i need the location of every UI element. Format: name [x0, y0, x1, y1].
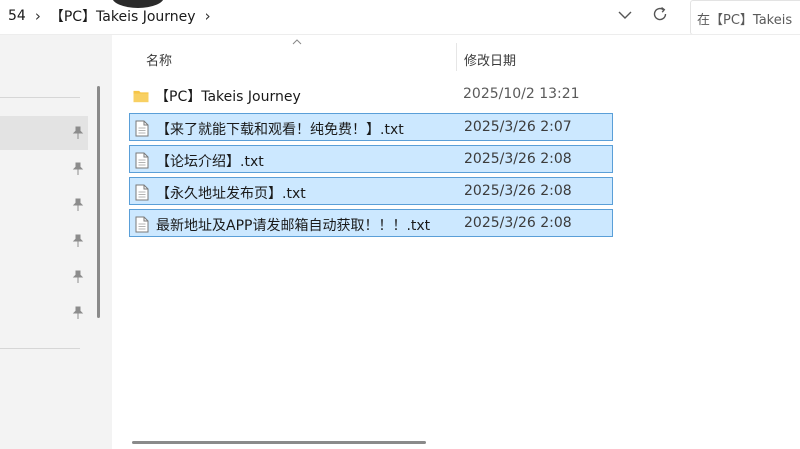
file-date: 2025/3/26 2:07 — [464, 119, 572, 135]
refresh-icon[interactable] — [651, 5, 669, 23]
breadcrumb-chevron[interactable]: › — [205, 7, 211, 25]
address-bar: 54 › 【PC】Takeis Journey › 在【PC】Takeis — [0, 0, 800, 35]
pin-icon[interactable] — [72, 306, 84, 320]
pane-splitter[interactable] — [92, 35, 112, 449]
breadcrumb-item-current[interactable]: 【PC】Takeis Journey — [50, 6, 196, 26]
text-file-icon — [135, 152, 149, 169]
pin-icon[interactable] — [72, 270, 84, 284]
column-divider[interactable] — [456, 43, 457, 71]
navigation-pane — [0, 35, 92, 449]
breadcrumb: 54 › 【PC】Takeis Journey › — [8, 6, 220, 26]
nav-item-quick-access[interactable] — [0, 116, 88, 150]
file-name: 最新地址及APP请发邮箱自动获取！！！.txt — [156, 218, 431, 234]
column-header-name[interactable]: 名称 — [146, 50, 172, 69]
details-area — [615, 35, 800, 449]
file-date: 2025/10/2 13:21 — [463, 86, 580, 102]
file-row[interactable]: 【PC】Takeis Journey 2025/10/2 13:21 — [129, 81, 613, 109]
search-input[interactable]: 在【PC】Takeis — [690, 0, 800, 35]
nav-divider — [0, 348, 80, 349]
text-file-icon — [135, 184, 149, 201]
nav-item-quick-access[interactable] — [0, 188, 88, 222]
pin-icon[interactable] — [72, 198, 84, 212]
pin-icon[interactable] — [72, 234, 84, 248]
nav-item-quick-access[interactable] — [0, 260, 88, 294]
breadcrumb-separator: › — [34, 7, 41, 25]
file-date: 2025/3/26 2:08 — [464, 183, 572, 199]
chevron-down-icon[interactable] — [616, 6, 634, 24]
file-name: 【PC】Takeis Journey — [155, 89, 301, 105]
file-row[interactable]: 【论坛介绍】.txt 2025/3/26 2:08 — [129, 145, 613, 173]
nav-divider — [0, 97, 80, 98]
folder-icon — [133, 90, 149, 103]
search-placeholder: 在【PC】Takeis — [697, 13, 793, 28]
nav-item-quick-access[interactable] — [0, 152, 88, 186]
column-header-date-modified[interactable]: 修改日期 — [464, 50, 516, 69]
nav-scrollbar[interactable] — [97, 86, 100, 318]
text-file-icon — [135, 120, 149, 137]
file-date: 2025/3/26 2:08 — [464, 215, 572, 231]
file-row[interactable]: 最新地址及APP请发邮箱自动获取！！！.txt 2025/3/26 2:08 — [129, 209, 613, 237]
text-file-icon — [135, 216, 149, 233]
nav-item-quick-access[interactable] — [0, 296, 88, 330]
file-name: 【来了就能下载和观看！纯免费！】.txt — [156, 122, 404, 138]
file-name: 【永久地址发布页】.txt — [156, 186, 306, 202]
nav-item-quick-access[interactable] — [0, 224, 88, 258]
pin-icon[interactable] — [72, 126, 84, 140]
sort-ascending-icon — [292, 39, 302, 45]
horizontal-scrollbar[interactable] — [132, 441, 426, 444]
pin-icon[interactable] — [72, 162, 84, 176]
file-row[interactable]: 【永久地址发布页】.txt 2025/3/26 2:08 — [129, 177, 613, 205]
breadcrumb-item-parent[interactable]: 54 — [8, 8, 26, 24]
file-list: 名称 修改日期 【PC】Takeis Journey 2025/10/2 13:… — [112, 35, 616, 449]
file-name: 【论坛介绍】.txt — [156, 154, 264, 170]
file-date: 2025/3/26 2:08 — [464, 151, 572, 167]
file-row[interactable]: 【来了就能下载和观看！纯免费！】.txt 2025/3/26 2:07 — [129, 113, 613, 141]
